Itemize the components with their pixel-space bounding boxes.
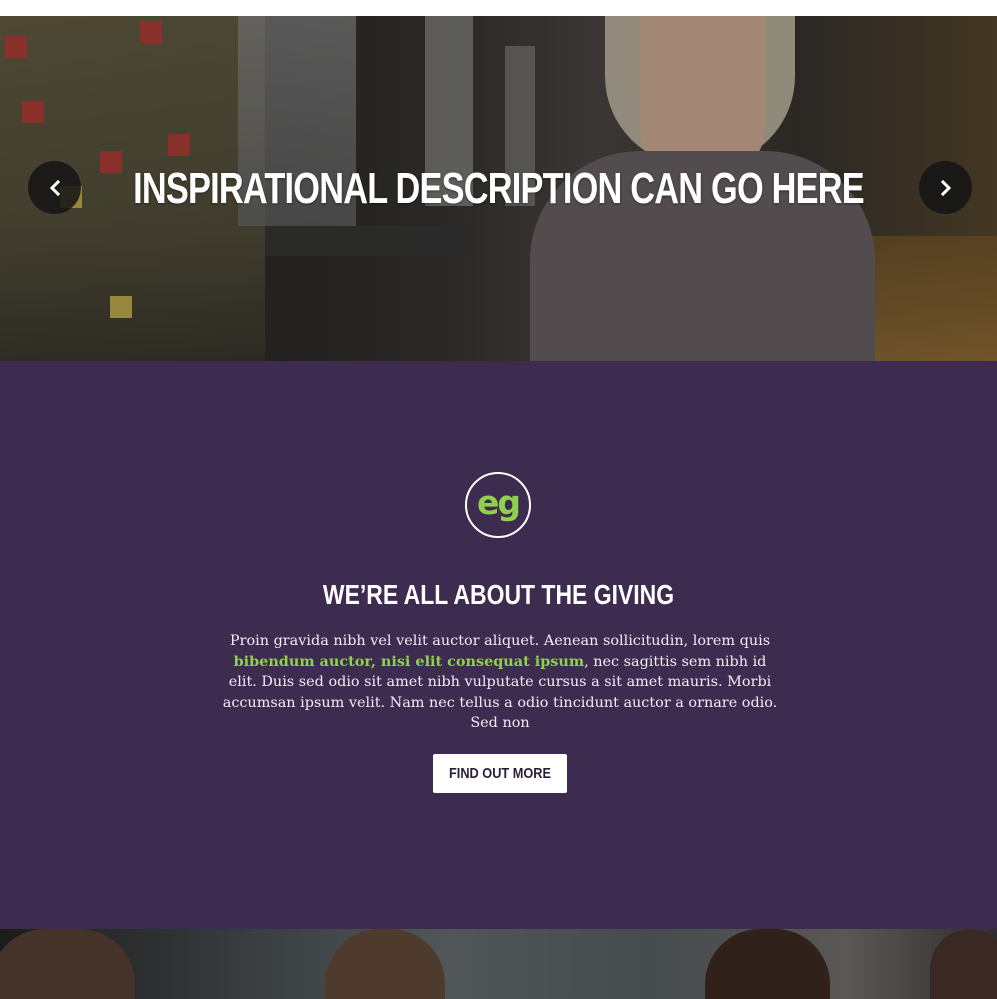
body-text: Proin gravida nibh vel velit auctor aliq… (229, 633, 771, 649)
find-out-more-label: FIND OUT MORE (449, 765, 551, 782)
chevron-right-icon (940, 179, 951, 196)
hero-slider: INSPIRATIONAL DESCRIPTION CAN GO HERE (0, 16, 997, 361)
body-highlight: bibendum auctor, nisi elit consequat ips… (233, 652, 585, 670)
find-out-more-button[interactable]: FIND OUT MORE (433, 754, 567, 793)
section-body: Proin gravida nibh vel velit auctor aliq… (220, 631, 780, 734)
chevron-left-icon (49, 179, 60, 196)
about-section: eg WE’RE ALL ABOUT THE GIVING Proin grav… (0, 361, 997, 929)
strip-overlay (0, 929, 997, 999)
eg-logo-text: eg (476, 482, 521, 522)
team-photo-strip (0, 929, 997, 999)
section-title: WE’RE ALL ABOUT THE GIVING (322, 579, 675, 610)
top-bar (0, 0, 997, 16)
eg-logo: eg (465, 472, 531, 538)
slider-prev-button[interactable] (28, 161, 81, 214)
slider-next-button[interactable] (919, 161, 972, 214)
hero-title: INSPIRATIONAL DESCRIPTION CAN GO HERE (133, 164, 864, 213)
